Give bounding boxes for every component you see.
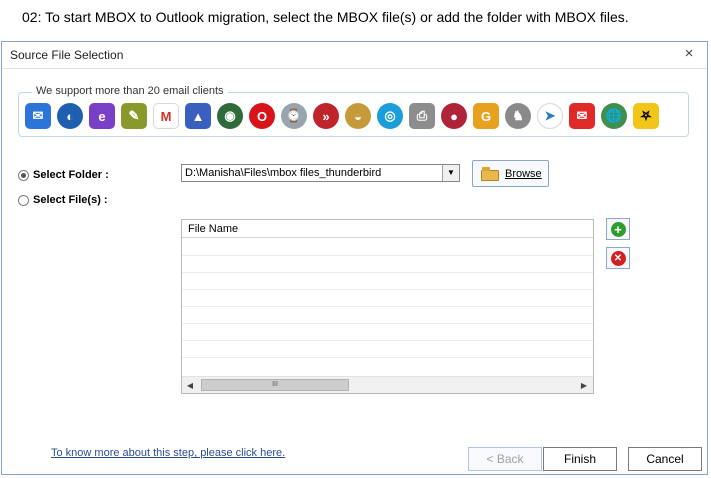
source-file-selection-dialog: Source File Selection × We support more … xyxy=(1,41,708,475)
eudora-icon: ◒ xyxy=(345,103,371,129)
folder-path-combo[interactable]: D:\Manisha\Files\mbox files_thunderbird … xyxy=(181,164,460,182)
table-row-line xyxy=(182,272,593,273)
table-row-line xyxy=(182,357,593,358)
postbox-icon: ▲ xyxy=(185,103,211,129)
select-folder-radio[interactable] xyxy=(18,169,29,181)
folder-path-value: D:\Manisha\Files\mbox files_thunderbird xyxy=(185,167,382,179)
entourage-icon: e xyxy=(89,103,115,129)
globe-mail-icon: 🌐 xyxy=(601,103,627,129)
back-button[interactable]: < Back xyxy=(468,447,542,471)
add-file-button[interactable]: + xyxy=(606,218,630,240)
arrow-right-icon: » xyxy=(313,103,339,129)
table-row-line xyxy=(182,323,593,324)
finish-button[interactable]: Finish xyxy=(543,447,617,471)
dialog-titlebar: Source File Selection × xyxy=(2,42,707,69)
table-row-line xyxy=(182,340,593,341)
scanner-icon: ⎙ xyxy=(409,103,435,129)
select-files-label: Select File(s) : xyxy=(33,194,108,206)
chevron-down-icon[interactable]: ▼ xyxy=(442,165,459,181)
thunderbird-icon: ◐ xyxy=(57,103,83,129)
mail-envelope-icon: ✉ xyxy=(25,103,51,129)
bat-icon: ⛧ xyxy=(633,103,659,129)
select-folder-option[interactable]: Select Folder : xyxy=(18,169,109,181)
g-mail-icon: G xyxy=(473,103,499,129)
remove-file-button[interactable]: ✕ xyxy=(606,247,630,269)
spicebird-icon: ◎ xyxy=(377,103,403,129)
step-caption: 02: To start MBOX to Outlook migration, … xyxy=(22,9,629,25)
table-row-line xyxy=(182,306,593,307)
client-icon-row: ✉ ◐ e ✎ M ▲ ◉ O ⌚» ◒ ◎ ⎙ ● G ♞ ➤ ✉ 🌐 ⛧ xyxy=(25,103,659,129)
gnu-icon: ♞ xyxy=(505,103,531,129)
help-link[interactable]: To know more about this step, please cli… xyxy=(51,447,285,459)
dialog-title: Source File Selection xyxy=(10,48,124,62)
red-envelope-icon: ✉ xyxy=(569,103,595,129)
scroll-left-icon[interactable]: ◀ xyxy=(184,379,196,391)
file-name-column-header[interactable]: File Name xyxy=(182,220,593,238)
clock-mail-icon: ⌚ xyxy=(281,103,307,129)
close-icon[interactable]: × xyxy=(681,45,697,63)
browse-button[interactable]: Browse xyxy=(472,160,549,187)
select-files-option[interactable]: Select File(s) : xyxy=(18,194,108,206)
close-circle-icon: ✕ xyxy=(610,250,626,266)
opera-icon: O xyxy=(249,103,275,129)
horizontal-scrollbar[interactable]: ◀ III ▶ xyxy=(182,376,593,393)
file-list-table[interactable]: File Name ◀ III ▶ xyxy=(181,219,594,394)
table-row-line xyxy=(182,255,593,256)
browse-label: Browse xyxy=(505,167,542,180)
gmail-icon: M xyxy=(153,103,179,129)
scroll-right-icon[interactable]: ▶ xyxy=(578,379,590,391)
paper-plane-icon: ➤ xyxy=(537,103,563,129)
seamonkey-icon: ◉ xyxy=(217,103,243,129)
cancel-button[interactable]: Cancel xyxy=(628,447,702,471)
supported-clients-group: We support more than 20 email clients ✉ ◐… xyxy=(18,85,689,137)
scroll-thumb[interactable]: III xyxy=(201,379,349,391)
plus-icon: + xyxy=(610,221,626,237)
select-files-radio[interactable] xyxy=(18,194,29,206)
table-row-line xyxy=(182,289,593,290)
select-folder-label: Select Folder : xyxy=(33,169,109,181)
pencil-mail-icon: ✎ xyxy=(121,103,147,129)
folder-icon xyxy=(481,166,499,181)
clients-legend: We support more than 20 email clients xyxy=(32,85,228,97)
berries-icon: ● xyxy=(441,103,467,129)
